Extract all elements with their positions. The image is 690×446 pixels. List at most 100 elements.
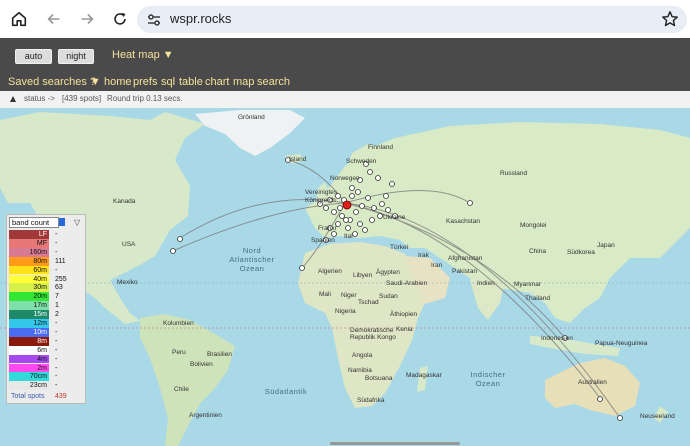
band-swatch: 15m: [9, 310, 49, 319]
band-count: -: [55, 337, 58, 345]
band-count: -: [55, 382, 58, 390]
legend-row[interactable]: 4m -: [9, 354, 85, 364]
menu-table[interactable]: table: [179, 76, 203, 88]
label-indian-ocean: Indischer Ozean: [470, 370, 506, 388]
band-swatch: 80m: [9, 256, 49, 266]
legend-row[interactable]: 80m 111: [9, 256, 85, 266]
world-map[interactable]: Grönland Island Finnland Schweden Norweg…: [0, 108, 690, 446]
label-argentinien: Argentinien: [189, 412, 222, 419]
address-bar[interactable]: wspr.rocks: [137, 6, 687, 33]
legend-row[interactable]: LF -: [9, 230, 85, 239]
menu-prefs[interactable]: prefs: [133, 76, 157, 88]
legend-row[interactable]: 160m -: [9, 247, 85, 257]
label-peru: Peru: [172, 349, 186, 356]
menu-sql[interactable]: sql: [161, 76, 175, 88]
legend-row[interactable]: 6m -: [9, 345, 85, 355]
browser-chrome: wspr.rocks: [0, 0, 690, 38]
legend-row[interactable]: MF -: [9, 238, 85, 248]
label-sudan: Sudan: [379, 293, 398, 300]
label-usa: USA: [122, 241, 136, 248]
legend-row[interactable]: 2m -: [9, 363, 85, 373]
legend-row[interactable]: 23cm -: [9, 381, 85, 391]
band-swatch: 40m: [9, 274, 49, 284]
menu-home[interactable]: home: [104, 76, 132, 88]
band-count: 63: [55, 284, 63, 292]
legend-row[interactable]: 70cm -: [9, 372, 85, 382]
label-algerien: Algerien: [318, 268, 342, 275]
band-swatch: 4m: [9, 354, 49, 364]
label-indonesien: Indonesien: [541, 335, 573, 342]
band-count: -: [55, 328, 58, 336]
sort-icon[interactable]: [59, 218, 65, 226]
label-libyen: Libyen: [353, 272, 373, 279]
label-papua: Papua-Neuguinea: [595, 340, 648, 347]
legend-row[interactable]: 60m -: [9, 265, 85, 275]
label-neuseeland: Neuseeland: [640, 413, 675, 420]
label-turkei: Türkei: [390, 244, 409, 251]
legend-header[interactable]: band count: [9, 217, 59, 228]
legend-row[interactable]: 15m 2: [9, 310, 85, 319]
label-athiopien: Äthiopien: [390, 311, 418, 318]
label-sudafrika: Südafrika: [357, 397, 385, 404]
legend-row[interactable]: 8m -: [9, 336, 85, 346]
bookmark-star-icon[interactable]: [661, 10, 679, 28]
label-saudi: Saudi-Arabien: [386, 280, 428, 287]
south-america-landmass: [140, 314, 235, 446]
band-count: 7: [55, 293, 59, 301]
menu-map[interactable]: map: [233, 76, 254, 88]
australia-landmass: [545, 358, 640, 416]
label-afghanistan: Afghanistan: [448, 255, 483, 262]
site-settings-icon[interactable]: [146, 12, 162, 28]
label-frankreich: Frankr: [318, 225, 337, 232]
band-count: -: [55, 364, 58, 372]
label-nigeria: Nigeria: [335, 308, 356, 315]
label-russland: Russland: [500, 170, 528, 177]
back-icon[interactable]: [44, 9, 64, 29]
legend-row[interactable]: 30m 63: [9, 283, 85, 293]
africa-landmass: [298, 242, 425, 408]
label-japan: Japan: [597, 242, 615, 249]
label-kolumbien: Kolumbien: [163, 320, 194, 327]
band-count: 2: [55, 311, 59, 319]
reload-icon[interactable]: [110, 9, 130, 29]
auto-button[interactable]: auto: [15, 49, 52, 64]
label-botsuana: Botsuana: [365, 375, 393, 382]
label-pakistan: Pakistan: [452, 268, 477, 275]
legend-row[interactable]: 12m -: [9, 319, 85, 328]
saved-searches-dropdown[interactable]: Saved searches ▼: [8, 76, 101, 88]
label-namibia: Namibia: [348, 367, 372, 374]
collapse-icon[interactable]: ▽: [74, 218, 80, 227]
label-angola: Angola: [352, 352, 373, 359]
band-count: -: [55, 373, 58, 381]
help-link[interactable]: ?: [90, 76, 96, 88]
forward-icon[interactable]: [77, 9, 97, 29]
status-label: status ->: [24, 94, 55, 103]
menu-search[interactable]: search: [257, 76, 290, 88]
label-kanada: Kanada: [113, 198, 136, 205]
label-chile: Chile: [174, 386, 189, 393]
band-swatch: 2m: [9, 363, 49, 373]
legend-row[interactable]: 40m 255: [9, 274, 85, 284]
label-kenia: Kenia: [396, 326, 413, 333]
label-finnland: Finnland: [368, 144, 393, 151]
label-norwegen: Norwegen: [330, 175, 360, 182]
label-tschad: Tschad: [358, 299, 379, 306]
night-button[interactable]: night: [58, 49, 94, 64]
menu-chart[interactable]: chart: [205, 76, 229, 88]
label-australien: Australien: [578, 379, 607, 386]
heatmap-dropdown[interactable]: Heat map ▼: [112, 49, 174, 61]
horizontal-scrollbar[interactable]: [330, 442, 460, 445]
total-spots-label: Total spots: [11, 393, 45, 400]
label-irak: Irak: [418, 252, 429, 259]
legend-row[interactable]: 20m 7: [9, 292, 85, 302]
legend-row[interactable]: 10m -: [9, 327, 85, 337]
band-count: 111: [55, 257, 66, 265]
label-spanien: Spanien: [311, 237, 335, 244]
collapse-triangle-icon[interactable]: [10, 96, 16, 102]
home-icon[interactable]: [9, 9, 29, 29]
band-count: -: [55, 320, 58, 327]
legend-row[interactable]: 17m 1: [9, 301, 85, 311]
label-mali: Mali: [319, 291, 331, 298]
band-swatch: 8m: [9, 336, 49, 346]
band-swatch: 12m: [9, 319, 49, 328]
